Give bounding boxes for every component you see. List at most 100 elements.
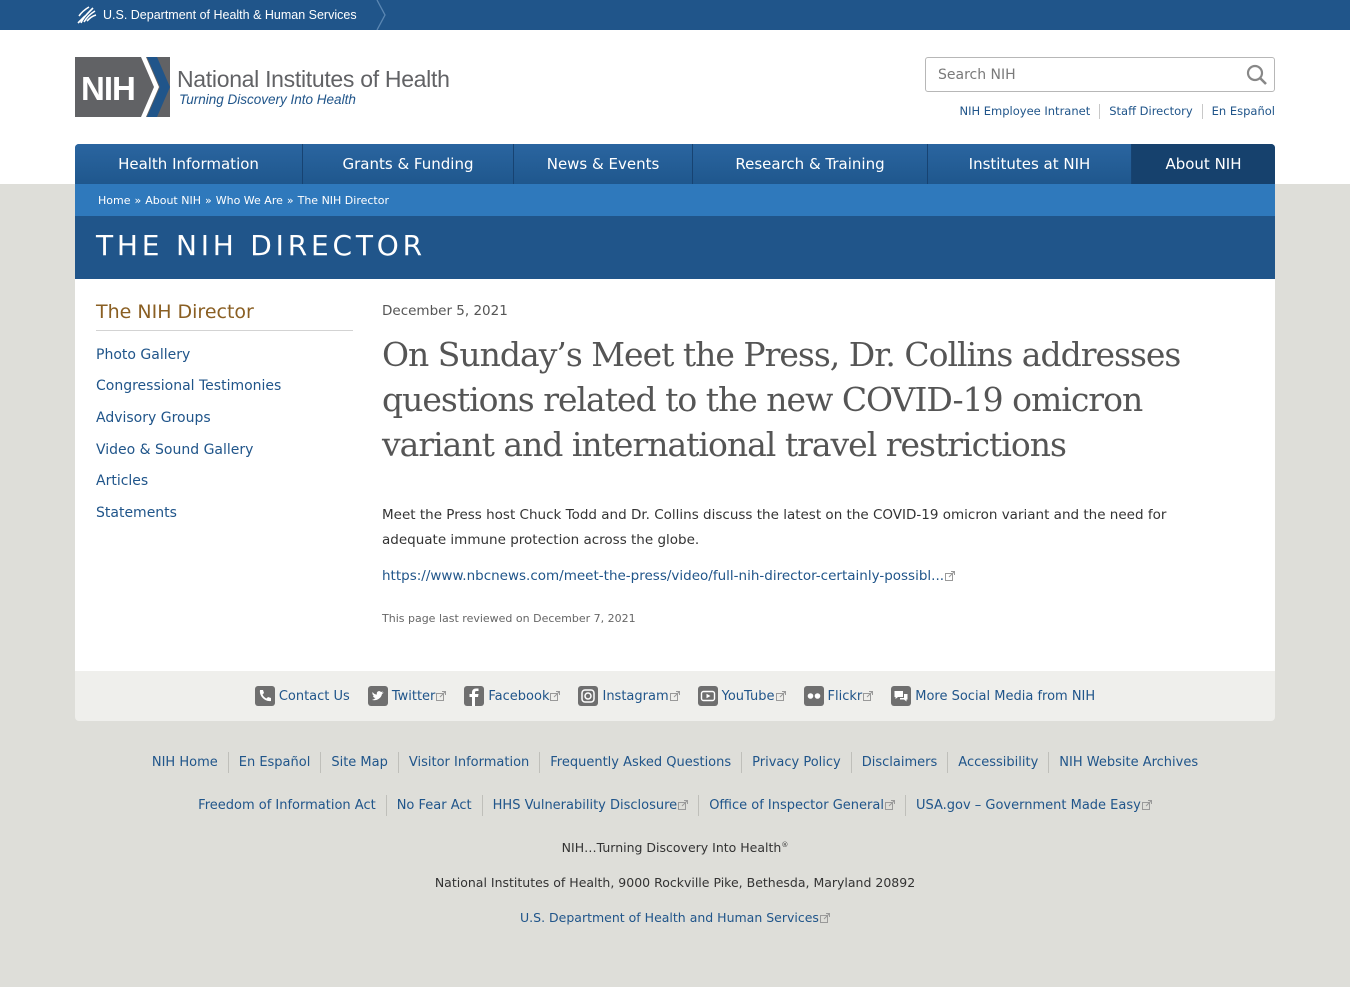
youtube-icon bbox=[697, 686, 718, 706]
external-link-icon bbox=[436, 691, 447, 701]
flickr-icon bbox=[803, 686, 824, 706]
external-link-icon bbox=[1141, 800, 1152, 810]
nav-news-events[interactable]: News & Events bbox=[514, 144, 693, 184]
external-link-icon bbox=[863, 691, 874, 701]
logo-name: National Institutes of Health bbox=[177, 66, 450, 92]
breadcrumb-separator: » bbox=[204, 193, 212, 207]
search-box bbox=[925, 57, 1275, 92]
sidebar: The NIH Director Photo Gallery Congressi… bbox=[96, 301, 353, 529]
content-panel: The NIH Director Photo Gallery Congressi… bbox=[75, 279, 1275, 671]
external-link-icon bbox=[775, 691, 786, 701]
sidebar-item: Articles bbox=[96, 465, 353, 497]
social-label: Contact Us bbox=[278, 688, 350, 704]
last-reviewed: This page last reviewed on December 7, 2… bbox=[382, 612, 636, 625]
nih-logo-mark: NIH bbox=[75, 57, 170, 117]
breadcrumb: Home » About NIH » Who We Are » The NIH … bbox=[75, 184, 1275, 216]
footer-links-secondary: Freedom of Information Act No Fear Act H… bbox=[0, 795, 1350, 816]
breadcrumb-separator: » bbox=[134, 193, 142, 207]
footer-no-fear-act[interactable]: No Fear Act bbox=[385, 795, 482, 816]
util-employee-intranet[interactable]: NIH Employee Intranet bbox=[950, 104, 1099, 119]
footer-hhs-label: U.S. Department of Health and Human Serv… bbox=[520, 910, 819, 925]
social-more[interactable]: More Social Media from NIH bbox=[891, 686, 1095, 706]
util-en-espanol[interactable]: En Español bbox=[1201, 104, 1275, 119]
external-link-icon bbox=[945, 571, 956, 581]
social-label: More Social Media from NIH bbox=[915, 688, 1096, 704]
social-instagram[interactable]: Instagram bbox=[578, 686, 680, 706]
sidebar-item-video-sound-gallery[interactable]: Video & Sound Gallery bbox=[96, 442, 253, 458]
hhs-bar: U.S. Department of Health & Human Servic… bbox=[0, 0, 1350, 30]
phone-icon bbox=[254, 686, 275, 706]
external-link-icon bbox=[550, 691, 561, 701]
external-link-icon bbox=[678, 800, 689, 810]
social-facebook[interactable]: Facebook bbox=[464, 686, 561, 706]
chat-icon bbox=[891, 686, 912, 706]
nav-about-nih[interactable]: About NIH bbox=[1132, 144, 1275, 184]
sidebar-item: Video & Sound Gallery bbox=[96, 434, 353, 466]
footer-faq[interactable]: Frequently Asked Questions bbox=[539, 752, 741, 773]
footer-hhs-vulnerability[interactable]: HHS Vulnerability Disclosure bbox=[481, 795, 699, 816]
social-contact-us[interactable]: Contact Us bbox=[254, 686, 350, 706]
sidebar-item-photo-gallery[interactable]: Photo Gallery bbox=[96, 347, 190, 363]
sidebar-item: Statements bbox=[96, 497, 353, 529]
footer-foia[interactable]: Freedom of Information Act bbox=[188, 795, 386, 816]
article: December 5, 2021 On Sunday’s Meet the Pr… bbox=[382, 303, 1212, 625]
external-link-icon bbox=[884, 800, 895, 810]
social-bar: Contact Us Twitter Facebook Instagram Yo… bbox=[75, 671, 1275, 721]
footer-hhs-link[interactable]: U.S. Department of Health and Human Serv… bbox=[520, 910, 830, 925]
nav-grants-funding[interactable]: Grants & Funding bbox=[303, 144, 514, 184]
sidebar-item: Congressional Testimonies bbox=[96, 371, 353, 403]
section-banner: THE NIH DIRECTOR bbox=[75, 216, 1275, 279]
footer-site-map[interactable]: Site Map bbox=[320, 752, 398, 773]
social-label: Twitter bbox=[391, 688, 436, 704]
hhs-label: U.S. Department of Health & Human Servic… bbox=[103, 8, 357, 22]
facebook-icon bbox=[464, 686, 485, 706]
sidebar-title: The NIH Director bbox=[96, 301, 353, 331]
footer-website-archives[interactable]: NIH Website Archives bbox=[1048, 752, 1208, 773]
logo-tagline: Turning Discovery Into Health bbox=[179, 92, 356, 107]
breadcrumb-home[interactable]: Home bbox=[98, 194, 130, 207]
sidebar-item-articles[interactable]: Articles bbox=[96, 473, 148, 489]
nav-research-training[interactable]: Research & Training bbox=[693, 144, 928, 184]
search-icon[interactable] bbox=[1245, 63, 1269, 87]
article-external-link[interactable]: https://www.nbcnews.com/meet-the-press/v… bbox=[382, 568, 956, 584]
footer-nih-home[interactable]: NIH Home bbox=[142, 752, 228, 773]
nav-health-information[interactable]: Health Information bbox=[75, 144, 303, 184]
page-title: THE NIH DIRECTOR bbox=[96, 229, 426, 262]
nav-institutes[interactable]: Institutes at NIH bbox=[928, 144, 1132, 184]
breadcrumb-who-we-are[interactable]: Who We Are bbox=[216, 194, 283, 207]
twitter-icon bbox=[367, 686, 388, 706]
article-title: On Sunday’s Meet the Press, Dr. Collins … bbox=[382, 335, 1181, 464]
external-link-icon bbox=[669, 691, 680, 701]
sidebar-item-statements[interactable]: Statements bbox=[96, 505, 177, 521]
main-nav: Health Information Grants & Funding News… bbox=[75, 144, 1275, 184]
sidebar-item-congressional-testimonies[interactable]: Congressional Testimonies bbox=[96, 378, 281, 394]
sidebar-menu: Photo Gallery Congressional Testimonies … bbox=[96, 339, 353, 529]
footer-privacy-policy[interactable]: Privacy Policy bbox=[741, 752, 851, 773]
footer-en-espanol[interactable]: En Español bbox=[227, 752, 321, 773]
footer-address: National Institutes of Health, 9000 Rock… bbox=[434, 875, 916, 890]
social-flickr[interactable]: Flickr bbox=[803, 686, 874, 706]
nih-logo[interactable]: NIH National Institutes of Health Turnin… bbox=[75, 57, 450, 117]
search-input[interactable] bbox=[926, 58, 1226, 91]
social-twitter[interactable]: Twitter bbox=[367, 686, 447, 706]
footer-link-label: Office of Inspector General bbox=[709, 798, 884, 813]
external-link-icon bbox=[819, 913, 830, 923]
hhs-link[interactable]: U.S. Department of Health & Human Servic… bbox=[75, 0, 386, 30]
sidebar-item-advisory-groups[interactable]: Advisory Groups bbox=[96, 410, 211, 426]
nih-logo-abbr: NIH bbox=[81, 70, 135, 107]
footer-hhs: U.S. Department of Health and Human Serv… bbox=[0, 910, 1350, 925]
util-staff-directory[interactable]: Staff Directory bbox=[1099, 104, 1201, 119]
footer-tagline: NIH…Turning Discovery Into Health® bbox=[0, 840, 1350, 855]
social-youtube[interactable]: YouTube bbox=[697, 686, 786, 706]
footer-disclaimers[interactable]: Disclaimers bbox=[850, 752, 948, 773]
breadcrumb-about-nih[interactable]: About NIH bbox=[145, 194, 201, 207]
footer-usa-gov[interactable]: USA.gov – Government Made Easy bbox=[904, 795, 1162, 816]
footer-visitor-information[interactable]: Visitor Information bbox=[397, 752, 539, 773]
social-label: Flickr bbox=[827, 688, 863, 704]
utility-links: NIH Employee Intranet Staff Directory En… bbox=[950, 104, 1275, 119]
social-label: YouTube bbox=[721, 688, 775, 704]
footer-accessibility[interactable]: Accessibility bbox=[947, 752, 1048, 773]
social-label: Instagram bbox=[602, 688, 669, 704]
registered-mark: ® bbox=[781, 840, 789, 849]
footer-inspector-general[interactable]: Office of Inspector General bbox=[698, 795, 905, 816]
